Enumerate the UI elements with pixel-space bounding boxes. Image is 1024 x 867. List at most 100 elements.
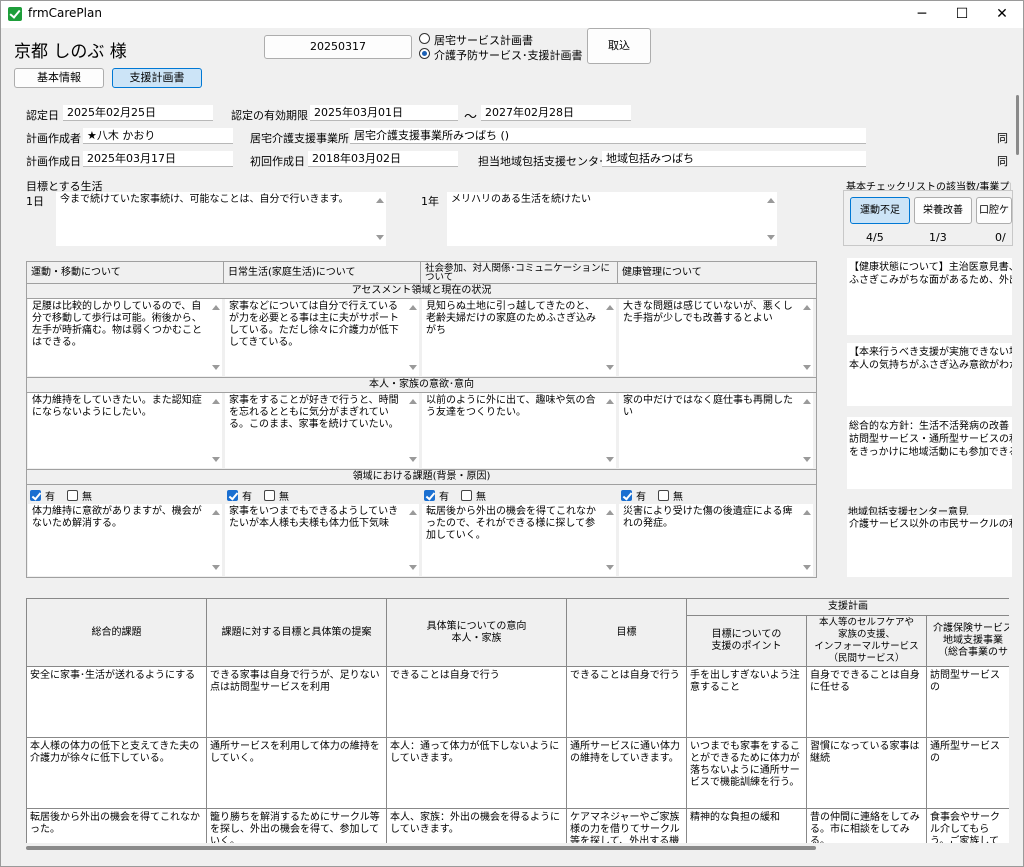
issue-memo-3[interactable]: 転居後から外出の機会を得てこれなかったので、それができる様に探して参加していく。 bbox=[422, 504, 616, 576]
wish-scrollbar-1[interactable] bbox=[209, 393, 222, 468]
plan-r2-selfcare[interactable]: 習慣になっている家事は継続 bbox=[807, 738, 927, 809]
issue-scrollbar-4[interactable] bbox=[800, 504, 813, 576]
plan-r2-intention[interactable]: 本人：通って体力が低下しないようにしていきます。 bbox=[387, 738, 567, 809]
office-field[interactable]: 居宅介護支援事業所みつばち () bbox=[350, 128, 866, 144]
horizontal-scrollbar[interactable] bbox=[26, 846, 816, 850]
issue-scrollbar-1[interactable] bbox=[209, 504, 222, 576]
wish-memo-1[interactable]: 体力維持をしていきたい。また認知症にならないようにしたい。 bbox=[28, 393, 222, 468]
issue-memo-4[interactable]: 災害により受けた傷の後遺症による痺れの発症。 bbox=[619, 504, 813, 576]
checklist-count-oral: 0/ bbox=[995, 231, 1006, 244]
wish-memo-2[interactable]: 家事をすることが好きで行うと、時間を忘れるとともに気分がまぎれている。このまま、… bbox=[225, 393, 419, 468]
plan-r1-goal[interactable]: できることは自身で行う bbox=[567, 667, 687, 738]
status-scrollbar-1[interactable] bbox=[209, 299, 222, 376]
plan-header-self-care: 本人等のセルフケアや 家族の支援、 インフォーマルサービス （民間サービス） bbox=[807, 616, 927, 667]
tab-support-plan[interactable]: 支援計画書 bbox=[112, 68, 202, 88]
section-issues: 領域における課題(背景・原因) bbox=[27, 469, 816, 485]
plan-r1-service[interactable]: 訪問型サービスの bbox=[927, 667, 1009, 738]
radio-home-service[interactable] bbox=[419, 33, 430, 44]
wish-text-1: 体力維持をしていきたい。また認知症にならないようにしたい。 bbox=[32, 395, 202, 418]
radio-prevent-service[interactable] bbox=[419, 48, 430, 59]
plan-r2-point[interactable]: いつまでも家事をすることができるために体力が落ちないように通所サービスで機能訓練… bbox=[687, 738, 807, 809]
vertical-scrollbar[interactable] bbox=[1016, 95, 1019, 155]
status-memo-1[interactable]: 足腰は比較的しかりしているので、自分で移動して歩行は可能。術後から、左手が時折痛… bbox=[28, 299, 222, 376]
wish-scrollbar-3[interactable] bbox=[603, 393, 616, 468]
issue-scrollbar-2[interactable] bbox=[406, 504, 419, 576]
issue-no-checkbox-4[interactable] bbox=[658, 490, 669, 501]
issue-text-4: 災害により受けた傷の後遺症による痺れの発症。 bbox=[623, 506, 793, 529]
policy-panel[interactable]: 総合的な方針：生活不活発病の改善 訪問型サービス・通所型サービスの利 をきっかけ… bbox=[847, 417, 1012, 489]
status-memo-2[interactable]: 家事などについては自分で行えているが力を必要とる事は主に夫がサポートしている。た… bbox=[225, 299, 419, 376]
import-button[interactable]: 取込 bbox=[587, 28, 651, 64]
goal-year-scrollbar[interactable] bbox=[764, 192, 777, 246]
wish-memo-3[interactable]: 以前のように外に出て、趣味や気の合う友達をつくりたい。 bbox=[422, 393, 616, 468]
status-memo-3[interactable]: 見知らぬ土地に引っ越してきたのと、老齢夫婦だけの家庭のためふさぎ込みがち bbox=[422, 299, 616, 376]
goal-day-memo[interactable]: 今まで続けていた家事続け、可能なことは、自分で行いきます。 bbox=[56, 192, 386, 246]
tab-basic-info[interactable]: 基本情報 bbox=[14, 68, 104, 88]
created-date-field[interactable]: 2025年03月17日 bbox=[83, 151, 233, 167]
plan-header-support-point: 目標についての 支援のポイント bbox=[687, 616, 807, 667]
first-date-label: 初回作成日 bbox=[250, 155, 305, 168]
issue-no-checkbox-2[interactable] bbox=[264, 490, 275, 501]
plan-r3-goal[interactable]: ケアマネジャーやご家族様の力を借りてサークル等を探して、外出する機会を bbox=[567, 809, 687, 843]
close-button[interactable]: ✕ bbox=[982, 0, 1022, 28]
plan-r1-selfcare[interactable]: 自身でできることは自身に任せる bbox=[807, 667, 927, 738]
plan-header-support-plan: 支援計画 bbox=[687, 599, 1009, 616]
plan-r1-point[interactable]: 手を出しすぎないよう注意すること bbox=[687, 667, 807, 738]
health-note-panel[interactable]: 【健康状態について】主治医意見書、 ふさぎこみがちな面があるため、外出の bbox=[847, 258, 1012, 335]
plan-r1-issue[interactable]: 安全に家事･生活が送れるようにする bbox=[27, 667, 207, 738]
checklist-oral-button[interactable]: 口腔ケ bbox=[976, 197, 1012, 224]
creator-field[interactable]: ★八木 かおり bbox=[83, 128, 233, 144]
support-note-text: 本人の気持ちがふさぎ込み意欲がわか bbox=[849, 360, 1012, 371]
section-assessment-status: アセスメント領域と現在の状況 bbox=[27, 284, 816, 299]
plan-r1-intention[interactable]: できることは自身で行う bbox=[387, 667, 567, 738]
goal-day-scrollbar[interactable] bbox=[373, 192, 386, 246]
valid-from-field[interactable]: 2025年03月01日 bbox=[310, 105, 458, 121]
issue-yes-checkbox-4[interactable] bbox=[621, 490, 632, 501]
health-note-title: 【健康状態について】主治医意見書、 bbox=[849, 262, 1012, 273]
plan-date-field[interactable]: 20250317 bbox=[264, 35, 412, 59]
first-date-field[interactable]: 2018年03月02日 bbox=[308, 151, 458, 167]
status-memo-4[interactable]: 大きな問題は感じていないが、悪くした手指が少しでも改善するとよい bbox=[619, 299, 813, 376]
issue-yes-label-4: 有 bbox=[636, 492, 646, 503]
plan-r2-service[interactable]: 通所型サービスの bbox=[927, 738, 1009, 809]
valid-to-field[interactable]: 2027年02月28日 bbox=[481, 105, 631, 121]
checklist-exercise-button[interactable]: 運動不足 bbox=[850, 197, 910, 224]
cert-date-field[interactable]: 2025年02月25日 bbox=[63, 105, 213, 121]
plan-r2-goal[interactable]: 通所サービスに通い体力の維持をしていきます。 bbox=[567, 738, 687, 809]
plan-r2-proposal[interactable]: 通所サービスを利用して体力の維持をしていく。 bbox=[207, 738, 387, 809]
issue-no-checkbox-3[interactable] bbox=[461, 490, 472, 501]
plan-r2-issue[interactable]: 本人様の体力の低下と支えてきた夫の介護力が徐々に低下している。 bbox=[27, 738, 207, 809]
status-text-3: 見知らぬ土地に引っ越してきたのと、老齢夫婦だけの家庭のためふさぎ込みがち bbox=[426, 301, 596, 336]
issue-yes-checkbox-3[interactable] bbox=[424, 490, 435, 501]
issue-memo-1[interactable]: 体力維持に意欲がありますが、機会がないため解消する。 bbox=[28, 504, 222, 576]
issue-scrollbar-3[interactable] bbox=[603, 504, 616, 576]
minimize-button[interactable]: ─ bbox=[902, 0, 942, 28]
status-scrollbar-2[interactable] bbox=[406, 299, 419, 376]
status-scrollbar-3[interactable] bbox=[603, 299, 616, 376]
plan-r3-proposal[interactable]: 籠り勝ちを解消するためにサークル等を探し、外出の機会を得て、参加していく。 bbox=[207, 809, 387, 843]
status-text-2: 家事などについては自分で行えているが力を必要とる事は主に夫がサポートしている。た… bbox=[229, 301, 399, 348]
issue-yes-checkbox-2[interactable] bbox=[227, 490, 238, 501]
issue-text-1: 体力維持に意欲がありますが、機会がないため解消する。 bbox=[32, 506, 202, 529]
checklist-nutrition-button[interactable]: 栄養改善 bbox=[914, 197, 972, 224]
issue-memo-2[interactable]: 家事をいつまでもできるようしていきたいが本人様も夫様も体力低下気味 bbox=[225, 504, 419, 576]
status-scrollbar-4[interactable] bbox=[800, 299, 813, 376]
plan-r3-point[interactable]: 精神的な負担の緩和 bbox=[687, 809, 807, 843]
center-opinion-panel[interactable]: 介護サービス以外の市民サークルの利 bbox=[847, 515, 1012, 577]
wish-memo-4[interactable]: 家の中だけではなく庭仕事も再開したい bbox=[619, 393, 813, 468]
plan-r3-selfcare[interactable]: 昔の仲間に連絡をしてみる。市に相談をしてみる。 bbox=[807, 809, 927, 843]
center-field[interactable]: 地域包括みつばち bbox=[602, 151, 866, 167]
plan-r1-proposal[interactable]: できる家事は自身で行うが、足りない点は訪問型サービスを利用 bbox=[207, 667, 387, 738]
goal-year-memo[interactable]: メリハリのある生活を続けたい bbox=[447, 192, 777, 246]
plan-r3-intention[interactable]: 本人、家族：外出の機会を得るようにしていきます。 bbox=[387, 809, 567, 843]
support-note-panel[interactable]: 【本来行うべき支援が実施できない場 本人の気持ちがふさぎ込み意欲がわか bbox=[847, 343, 1012, 406]
plan-r3-service[interactable]: 食事会やサークル介してもらう。ご家族して探してもらう bbox=[927, 809, 1009, 843]
goal-day-label: 1日 bbox=[26, 195, 44, 208]
wish-scrollbar-2[interactable] bbox=[406, 393, 419, 468]
issue-text-3: 転居後から外出の機会を得てこれなかったので、それができる様に探して参加していく。 bbox=[426, 506, 596, 541]
plan-r3-issue[interactable]: 転居後から外出の機会を得てこれなかった。 bbox=[27, 809, 207, 843]
maximize-button[interactable]: ☐ bbox=[942, 0, 982, 28]
wish-scrollbar-4[interactable] bbox=[800, 393, 813, 468]
issue-yes-checkbox-1[interactable] bbox=[30, 490, 41, 501]
issue-no-checkbox-1[interactable] bbox=[67, 490, 78, 501]
